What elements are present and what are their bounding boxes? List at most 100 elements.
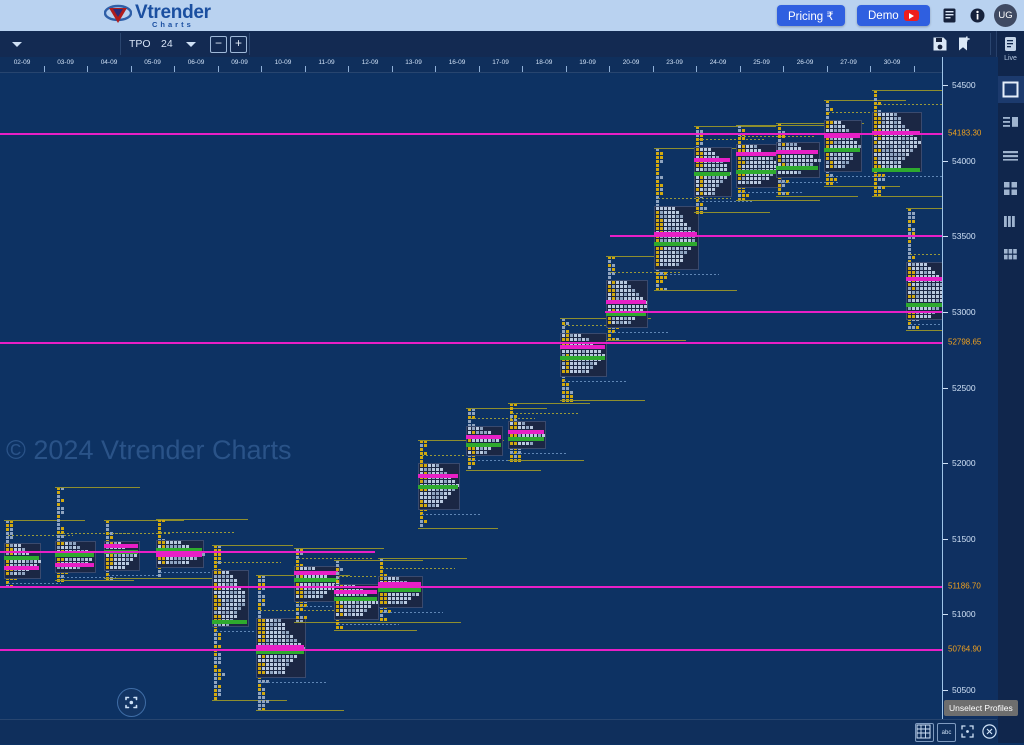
single-print-marker-secondary <box>512 453 566 454</box>
day-high-extension <box>872 90 942 91</box>
crosshair-icon[interactable] <box>959 723 976 740</box>
crosshair-target-icon[interactable] <box>117 688 146 717</box>
date-axis[interactable]: 02-09 03-09 04-09 05-09 06-09 09-09 10-09 11-09… <box>0 57 942 73</box>
tpo-row <box>158 541 182 544</box>
single-print-marker <box>108 533 172 534</box>
tpo-row <box>874 125 906 128</box>
x-axis-tick <box>783 66 785 72</box>
tpo-row <box>158 527 162 530</box>
list-icon[interactable] <box>941 7 958 24</box>
columns-icon[interactable] <box>1001 212 1020 231</box>
tpo-row <box>380 562 384 565</box>
day-low-extension <box>776 196 858 197</box>
rows-icon[interactable] <box>1001 146 1020 165</box>
x-axis-tick <box>130 66 132 72</box>
tpo-row <box>258 603 266 606</box>
tpo-row <box>874 153 910 156</box>
tpo-row <box>656 168 660 171</box>
y-axis-tick <box>943 311 948 313</box>
single-print-marker-secondary <box>564 381 627 382</box>
tpo-row <box>214 607 242 610</box>
avatar[interactable]: UG <box>994 4 1017 27</box>
pricing-button[interactable]: Pricing ₹ <box>777 5 845 26</box>
tpo-row <box>562 370 590 373</box>
split-panel-icon[interactable] <box>1001 113 1020 132</box>
tpo-row <box>908 220 916 223</box>
abc-toggle-button[interactable]: abc <box>937 723 956 742</box>
point-of-control-line <box>418 485 458 489</box>
grid-icon[interactable] <box>1001 245 1020 264</box>
period-value[interactable]: 24 <box>161 38 173 50</box>
tpo-row <box>874 149 914 152</box>
tpo-row <box>874 182 878 185</box>
tpo-row <box>826 157 854 160</box>
tpo-row <box>656 200 660 203</box>
profile-magenta-row <box>906 277 942 281</box>
zoom-in-button[interactable]: + <box>230 36 247 53</box>
tpo-chart-canvas[interactable]: © 2024 Vtrender Charts <box>0 57 942 719</box>
tpo-row <box>908 291 942 294</box>
tpo-row <box>908 267 932 270</box>
x-axis-label: 19-09 <box>579 59 596 66</box>
tpo-row <box>908 271 936 274</box>
tpo-row <box>656 219 684 222</box>
tpo-row <box>874 121 902 124</box>
tpo-row <box>258 696 266 699</box>
bookmark-add-icon[interactable] <box>956 36 972 52</box>
period-dropdown[interactable] <box>186 42 196 47</box>
tpo-row <box>656 156 664 159</box>
close-circle-icon[interactable] <box>981 723 998 740</box>
x-axis-tick <box>391 66 393 72</box>
save-icon[interactable] <box>932 36 948 52</box>
tpo-row <box>738 181 762 184</box>
x-axis-label: 10-09 <box>274 59 292 66</box>
zoom-out-button[interactable]: − <box>210 36 227 53</box>
grid-toggle-icon[interactable] <box>915 723 934 742</box>
square-outline-icon[interactable] <box>1001 80 1020 99</box>
tpo-row <box>6 544 22 547</box>
day-high-extension <box>156 519 248 520</box>
four-panel-icon[interactable] <box>1001 179 1020 198</box>
tpo-row <box>258 611 262 614</box>
tpo-row <box>214 599 246 602</box>
demo-button[interactable]: Demo <box>857 5 930 26</box>
point-of-control-line <box>508 437 544 441</box>
x-axis-tick <box>739 66 741 72</box>
profile-magenta-row <box>694 158 730 162</box>
tpo-row <box>908 307 940 310</box>
tpo-row <box>608 260 612 263</box>
tpo-row <box>380 597 412 600</box>
tpo-row <box>608 276 612 279</box>
day-low-extension <box>906 330 942 331</box>
symbol-dropdown[interactable] <box>12 42 22 47</box>
live-label[interactable]: Live <box>997 55 1024 62</box>
tpo-row <box>656 227 692 230</box>
tpo-row <box>468 412 476 415</box>
y-axis-tick <box>943 160 948 162</box>
single-print-marker-secondary <box>260 682 326 683</box>
tpo-row <box>57 519 61 522</box>
tpo-row <box>696 148 712 151</box>
x-axis-tick <box>565 66 567 72</box>
info-icon[interactable] <box>969 7 986 24</box>
tpo-row <box>656 215 684 218</box>
tpo-row <box>380 614 384 617</box>
tpo-row <box>6 572 26 575</box>
document-icon[interactable] <box>1001 35 1020 54</box>
toolbar-divider-3 <box>990 33 991 55</box>
tpo-row <box>158 535 162 538</box>
x-axis-tick <box>522 66 524 72</box>
tpo-row <box>656 251 688 254</box>
y-axis-label: 53500 <box>952 231 976 242</box>
single-print-marker <box>298 558 372 559</box>
tpo-row <box>336 601 380 604</box>
tpo-row <box>608 281 628 284</box>
x-axis-label: 04-09 <box>100 59 118 66</box>
tpo-row <box>420 444 428 447</box>
tpo-row <box>380 618 388 621</box>
price-axis[interactable]: 54500 54000 53500 53000 52500 52000 51500 51000… <box>942 57 998 743</box>
day-high-extension <box>508 403 590 404</box>
youtube-icon <box>903 10 919 21</box>
single-print-marker-secondary <box>910 324 942 325</box>
tpo-row <box>738 161 778 164</box>
